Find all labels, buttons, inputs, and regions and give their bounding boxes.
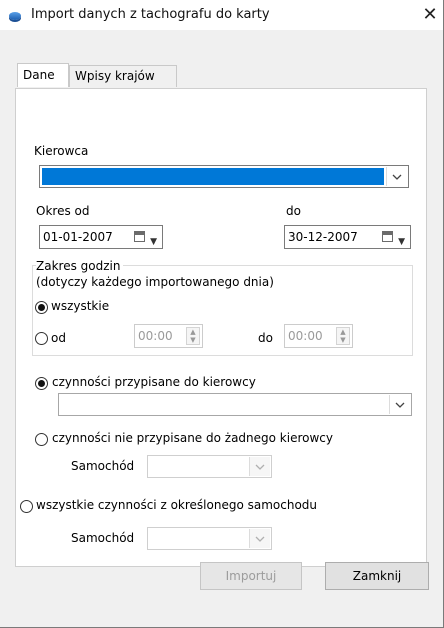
- hours-from-value: 00:00: [138, 329, 173, 343]
- spinner-arrows-icon[interactable]: ▲ ▼: [186, 327, 200, 345]
- import-button[interactable]: Importuj: [200, 562, 302, 590]
- driver-selection-highlight: [42, 168, 384, 185]
- period-to-label: do: [286, 204, 301, 218]
- tab-panel-dane: Kierowca Okres od do 01-01-2007 ▼ 30-12-…: [15, 88, 427, 567]
- period-to-value: 30-12-2007: [288, 230, 358, 244]
- period-to-datepicker[interactable]: 30-12-2007 ▼: [284, 225, 411, 249]
- driver-label: Kierowca: [34, 144, 89, 158]
- dropdown-arrow-icon[interactable]: ▼: [150, 231, 157, 253]
- chevron-down-icon[interactable]: [386, 167, 407, 186]
- activities-unassigned-label: czynności nie przypisane do żadnego kier…: [52, 431, 333, 445]
- tab-dane[interactable]: Dane: [17, 63, 69, 87]
- chevron-down-icon[interactable]: [249, 457, 270, 476]
- hours-from-label: od: [51, 331, 66, 345]
- vehicle-label-2: Samochód: [71, 531, 135, 545]
- chevron-down-icon[interactable]: [249, 529, 270, 548]
- hours-to-value: 00:00: [288, 329, 323, 343]
- calendar-icon[interactable]: [134, 231, 145, 242]
- activities-all-vehicle-label: wszystkie czynności z określonego samoch…: [36, 498, 318, 512]
- hours-all-radio[interactable]: [35, 301, 48, 314]
- calendar-icon[interactable]: [382, 231, 393, 242]
- hours-all-label: wszystkie: [51, 299, 110, 313]
- spinner-arrows-icon[interactable]: ▲ ▼: [336, 327, 350, 345]
- close-icon[interactable]: ✕: [418, 3, 442, 27]
- driver-combobox[interactable]: [39, 165, 409, 188]
- hours-to-spinner[interactable]: 00:00 ▲ ▼: [284, 324, 353, 348]
- activities-unassigned-radio[interactable]: [35, 433, 48, 446]
- window-title: Import danych z tachografu do karty: [31, 7, 270, 22]
- period-from-label: Okres od: [36, 204, 90, 218]
- period-from-datepicker[interactable]: 01-01-2007 ▼: [39, 225, 163, 249]
- hours-from-spinner[interactable]: 00:00 ▲ ▼: [134, 324, 203, 348]
- hours-group-subtitle: (dotyczy każdego importowanego dnia): [36, 275, 274, 289]
- dropdown-arrow-icon[interactable]: ▼: [398, 231, 405, 253]
- title-bar: Import danych z tachografu do karty ✕: [0, 0, 443, 30]
- period-from-value: 01-01-2007: [43, 230, 113, 244]
- app-icon: [9, 12, 21, 20]
- hours-group-title: Zakres godzin: [36, 259, 124, 273]
- activities-assigned-radio[interactable]: [35, 377, 48, 390]
- import-dialog: Import danych z tachografu do karty ✕ Da…: [0, 0, 444, 628]
- activities-assigned-combobox[interactable]: [58, 393, 412, 416]
- dialog-client: Dane Wpisy krajów Kierowca Okres od do 0…: [0, 30, 443, 627]
- hours-to-label: do: [258, 331, 273, 345]
- activities-assigned-label: czynności przypisane do kierowcy: [52, 375, 256, 389]
- vehicle-label-1: Samochód: [71, 459, 135, 473]
- hours-from-radio[interactable]: [35, 332, 48, 345]
- tab-wpisy-krajow[interactable]: Wpisy krajów: [69, 65, 177, 87]
- close-button[interactable]: Zamknij: [325, 562, 429, 590]
- chevron-down-icon[interactable]: [389, 395, 410, 414]
- vehicle-combobox-2[interactable]: [147, 527, 272, 550]
- vehicle-combobox-1[interactable]: [147, 455, 272, 478]
- activities-all-vehicle-radio[interactable]: [20, 500, 33, 513]
